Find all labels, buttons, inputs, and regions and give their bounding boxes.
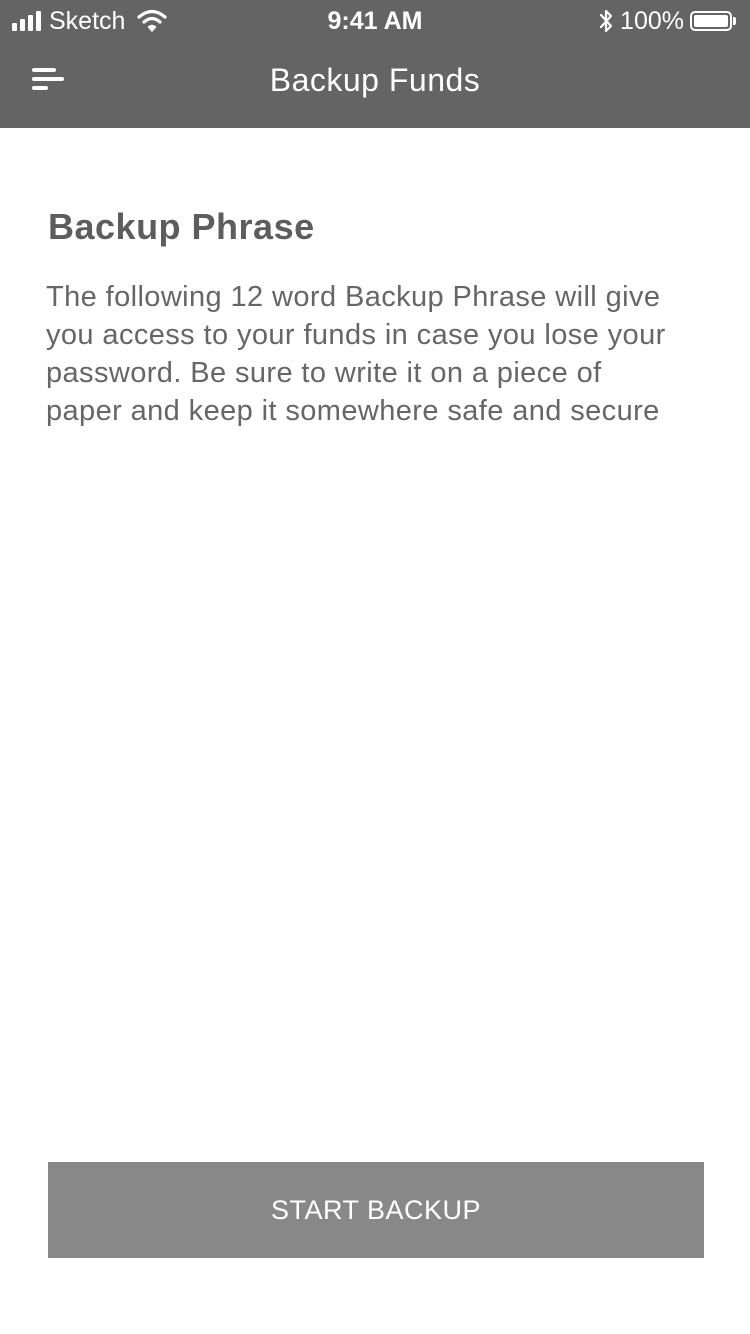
battery-percentage: 100% — [620, 7, 684, 35]
bluetooth-icon — [599, 9, 613, 33]
start-backup-button[interactable]: START BACKUP — [48, 1162, 704, 1258]
top-bar: Sketch 9:41 AM 100% Backup Funds — [0, 0, 750, 128]
battery-level-fill — [694, 15, 728, 27]
status-bar: Sketch 9:41 AM 100% — [0, 0, 750, 40]
battery-icon — [690, 11, 732, 31]
page-title: Backup Funds — [269, 62, 481, 98]
main-content: Backup Phrase The following 12 word Back… — [46, 204, 686, 430]
status-right: 100% — [598, 6, 736, 36]
battery-tip — [733, 17, 736, 25]
section-title: Backup Phrase — [48, 206, 315, 247]
backup-description: The following 12 word Backup Phrase will… — [46, 281, 666, 427]
